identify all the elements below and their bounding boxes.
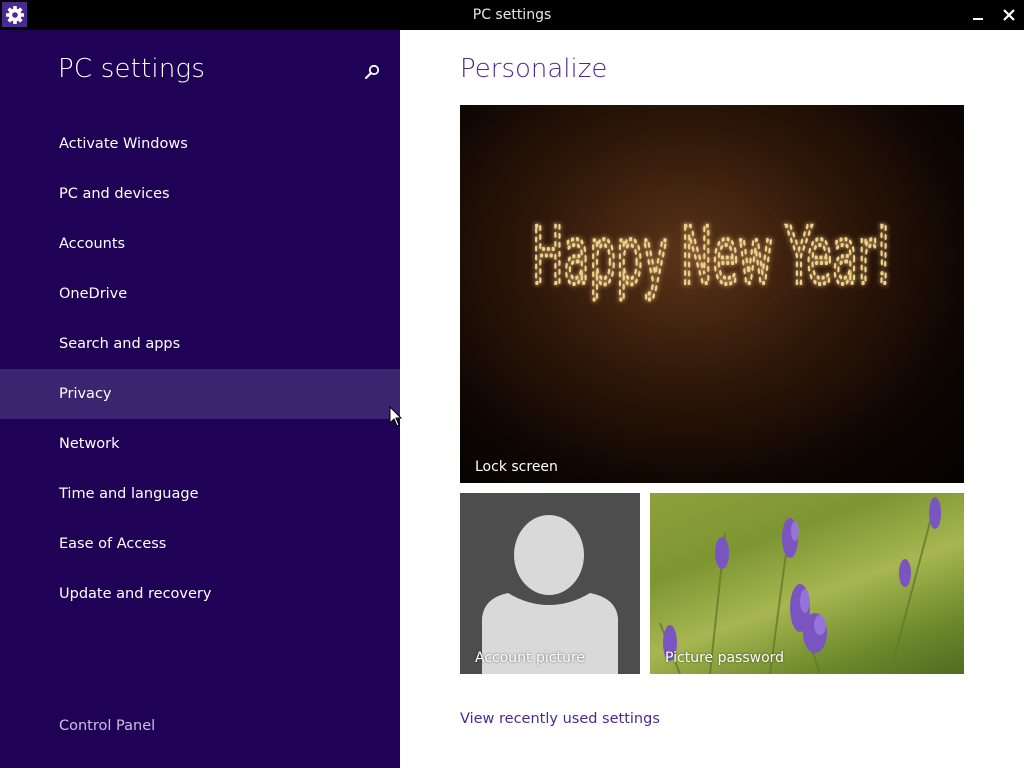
- control-panel-link[interactable]: Control Panel: [59, 718, 155, 734]
- sidebar-item-label: Search and apps: [59, 336, 181, 352]
- sidebar: PC settings Activate Windows PC and devi…: [0, 30, 400, 768]
- minimize-icon: [973, 18, 983, 20]
- main-content: Personalize Happy New Year! Lock screen …: [400, 30, 1024, 768]
- lock-screen-image-text: Happy New Year!: [532, 212, 892, 302]
- sidebar-item-activate-windows[interactable]: Activate Windows: [0, 119, 400, 169]
- lock-screen-tile[interactable]: Happy New Year! Lock screen: [460, 105, 964, 483]
- window-title: PC settings: [472, 7, 552, 23]
- picture-password-tile[interactable]: Picture password: [650, 493, 964, 674]
- sidebar-item-label: Update and recovery: [59, 586, 212, 602]
- sidebar-item-label: Time and language: [59, 486, 199, 502]
- picture-password-label: Picture password: [665, 650, 785, 666]
- sidebar-item-network[interactable]: Network: [0, 419, 400, 469]
- sidebar-item-label: Accounts: [59, 236, 126, 252]
- sidebar-item-pc-and-devices[interactable]: PC and devices: [0, 169, 400, 219]
- minimize-button[interactable]: [962, 0, 994, 30]
- sidebar-item-label: Activate Windows: [59, 136, 188, 152]
- close-button[interactable]: [993, 0, 1024, 30]
- sidebar-item-search-and-apps[interactable]: Search and apps: [0, 319, 400, 369]
- lock-screen-label: Lock screen: [475, 459, 558, 475]
- account-picture-tile[interactable]: Account picture: [460, 493, 640, 674]
- title-bar: PC settings: [0, 0, 1024, 30]
- user-silhouette-icon: [482, 515, 618, 674]
- sidebar-item-accounts[interactable]: Accounts: [0, 219, 400, 269]
- sidebar-item-time-and-language[interactable]: Time and language: [0, 469, 400, 519]
- sidebar-title: PC settings: [58, 54, 206, 84]
- account-picture-label: Account picture: [475, 650, 585, 666]
- search-icon: [364, 64, 380, 80]
- sidebar-item-label: OneDrive: [59, 286, 128, 302]
- lavender-image: [659, 497, 941, 674]
- sidebar-item-onedrive[interactable]: OneDrive: [0, 269, 400, 319]
- view-recent-settings-link[interactable]: View recently used settings: [460, 711, 660, 727]
- sidebar-item-privacy[interactable]: Privacy: [0, 369, 400, 419]
- gear-icon[interactable]: [2, 2, 27, 27]
- sidebar-item-label: PC and devices: [59, 186, 170, 202]
- sidebar-item-ease-of-access[interactable]: Ease of Access: [0, 519, 400, 569]
- search-button[interactable]: [358, 58, 386, 86]
- sidebar-item-update-and-recovery[interactable]: Update and recovery: [0, 569, 400, 619]
- page-title: Personalize: [460, 54, 608, 84]
- close-icon: [1003, 9, 1015, 21]
- lock-screen-image: Happy New Year!: [530, 210, 894, 304]
- sidebar-item-label: Privacy: [59, 386, 112, 402]
- sidebar-item-label: Network: [59, 436, 120, 452]
- sidebar-item-label: Ease of Access: [59, 536, 167, 552]
